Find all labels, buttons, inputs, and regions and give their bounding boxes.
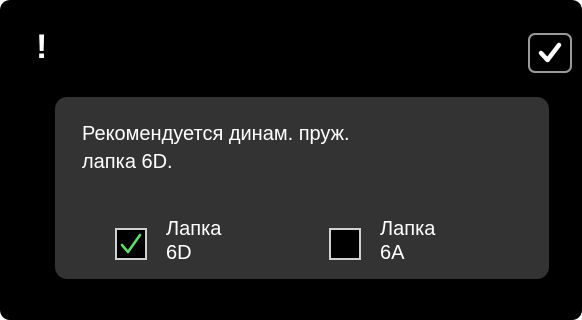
confirm-button[interactable] [528, 33, 572, 73]
option-label-line-2: 6A [380, 242, 405, 264]
option-label-line-1: Лапка [166, 218, 222, 240]
message-line-2: лапка 6D. [82, 151, 173, 173]
presser-foot-6a-option[interactable]: Лапка 6A [329, 215, 479, 267]
message-line-1: Рекомендуется динам. пруж. [82, 123, 350, 145]
presser-foot-6d-checkbox[interactable] [115, 228, 147, 260]
exclamation-icon: ! [36, 28, 48, 66]
message-panel: Рекомендуется динам. пруж. лапка 6D. Лап… [55, 97, 549, 279]
checkmark-icon [120, 233, 142, 254]
option-label-line-1: Лапка [380, 218, 436, 240]
option-label-line-2: 6D [166, 242, 192, 264]
checkmark-icon [538, 42, 562, 63]
presser-foot-6a-checkbox[interactable] [329, 228, 361, 260]
presser-foot-6d-option[interactable]: Лапка 6D [115, 215, 265, 267]
presser-foot-6d-label: Лапка 6D [166, 217, 221, 265]
presser-foot-6a-label: Лапка 6A [380, 217, 435, 265]
recommendation-message: Рекомендуется динам. пруж. лапка 6D. [82, 120, 522, 176]
alert-dialog: ! Рекомендуется динам. пруж. лапка 6D. Л… [0, 0, 582, 320]
